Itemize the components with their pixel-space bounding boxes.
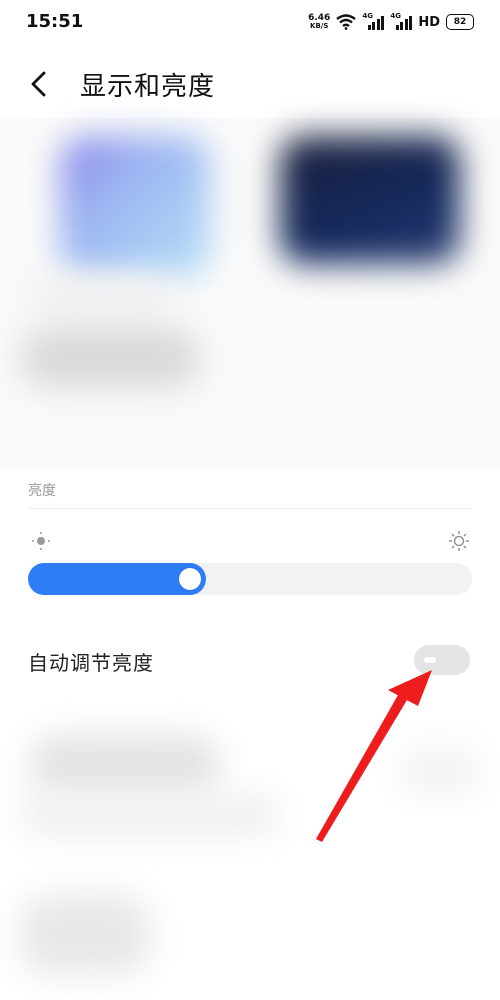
brightness-high-icon xyxy=(449,531,469,551)
divider xyxy=(28,508,472,509)
dark-mode-preview-blurred[interactable] xyxy=(280,136,460,264)
battery-level: 82 xyxy=(453,17,467,27)
brightness-slider[interactable] xyxy=(28,563,472,595)
blurred-setting-control xyxy=(400,745,480,795)
network-speed-value: 6.46 xyxy=(308,13,331,23)
brightness-section-label: 亮度 xyxy=(28,483,56,499)
blurred-settings-area xyxy=(0,715,500,1000)
blurred-setting-row xyxy=(20,328,200,388)
auto-brightness-label: 自动调节亮度 xyxy=(28,651,154,675)
toggle-knob xyxy=(424,657,436,663)
signal-icon-sim2: 4G xyxy=(390,12,413,30)
status-indicators: 6.46 KB/S 4G 4G HD 82 xyxy=(308,12,474,32)
page-header: 显示和亮度 xyxy=(0,54,500,114)
auto-brightness-toggle[interactable] xyxy=(414,645,470,675)
blurred-setting-row xyxy=(30,735,220,795)
page-title: 显示和亮度 xyxy=(80,72,216,102)
status-time: 15:51 xyxy=(26,11,84,32)
blurred-setting-row xyxy=(20,795,280,835)
signal-icon-sim1: 4G xyxy=(362,12,385,30)
network-speed: 6.46 KB/S xyxy=(308,13,331,31)
status-bar: 15:51 6.46 KB/S 4G 4G HD 82 xyxy=(0,0,500,44)
brightness-slider-thumb[interactable] xyxy=(179,568,201,590)
wifi-icon xyxy=(336,14,357,30)
blurred-preview-area xyxy=(0,118,500,468)
back-arrow-icon[interactable] xyxy=(24,68,56,100)
blurred-block xyxy=(30,278,170,318)
brightness-low-icon xyxy=(32,532,50,550)
light-mode-preview-blurred[interactable] xyxy=(60,136,210,276)
hd-indicator: HD xyxy=(418,14,440,30)
network-speed-unit: KB/S xyxy=(310,22,329,30)
blurred-setting-row xyxy=(20,895,150,975)
battery-icon: 82 xyxy=(446,14,474,30)
